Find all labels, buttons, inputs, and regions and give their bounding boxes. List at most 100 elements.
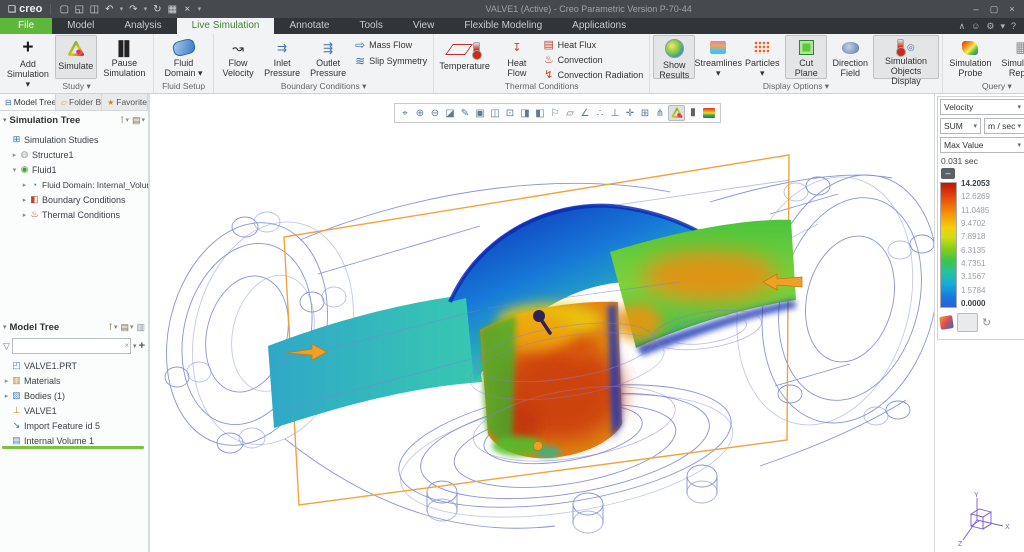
- tree-item-valve1-prt[interactable]: ◰ VALVE1.PRT: [2, 358, 148, 373]
- restore-button[interactable]: ▢: [986, 4, 1002, 15]
- display-style-icon[interactable]: ◨: [518, 108, 532, 119]
- refresh-results-icon[interactable]: ↻: [982, 316, 991, 329]
- help-icon[interactable]: ?: [1011, 21, 1016, 31]
- collapse-legend-button[interactable]: –: [941, 168, 955, 179]
- tab-flexible-modeling[interactable]: Flexible Modeling: [449, 18, 557, 34]
- inlet-pressure-button[interactable]: ⇉ Inlet Pressure: [261, 35, 303, 79]
- heat-flux-button[interactable]: ▤ Heat Flux: [543, 38, 644, 51]
- datum-planes-icon[interactable]: ▱: [563, 108, 577, 119]
- spin-center-icon[interactable]: ✛: [623, 108, 637, 119]
- group-label-boundary-conditions[interactable]: Boundary Conditions ▾: [216, 80, 431, 92]
- slip-symmetry-button[interactable]: ≋ Slip Symmetry: [354, 54, 427, 68]
- view-manager-icon[interactable]: ◫: [488, 108, 502, 119]
- tab-folder-browser[interactable]: ▱ Folder B: [56, 94, 102, 110]
- legend-display-button[interactable]: [957, 313, 978, 332]
- cut-plane-button[interactable]: Cut Plane: [785, 35, 827, 79]
- expand-arrow-icon[interactable]: ▸: [2, 392, 11, 400]
- tree-columns-icon[interactable]: ▤: [120, 322, 129, 333]
- section-icon[interactable]: ◧: [533, 108, 547, 119]
- graphics-area[interactable]: ⌖ ⊕ ⊖ ◪ ✎ ▣ ◫ ⊡ ◨ ◧ ⚐ ▱ ∠ ∴ ⊥ ✛ ⊞ ⋔: [150, 94, 934, 552]
- group-label-study[interactable]: Study ▾: [2, 80, 151, 92]
- simulation-probe-button[interactable]: Simulation Probe: [946, 35, 995, 79]
- units-select[interactable]: m / sec ▾: [984, 118, 1024, 134]
- redo-caret-icon[interactable]: ▾: [141, 5, 149, 13]
- gear-caret-icon[interactable]: ▾: [1000, 21, 1005, 32]
- minimize-ribbon-icon[interactable]: ∧: [959, 21, 966, 32]
- datum-csys-icon[interactable]: ⊥: [608, 108, 622, 119]
- user-icon[interactable]: ☺: [971, 21, 980, 31]
- tab-applications[interactable]: Applications: [557, 18, 641, 34]
- clear-filter-icon[interactable]: ×: [124, 339, 129, 352]
- simulate-button[interactable]: Simulate: [55, 35, 97, 79]
- appearance-icon[interactable]: ✎: [458, 108, 472, 119]
- tree-columns-icon[interactable]: ▤: [132, 115, 141, 126]
- expand-arrow-icon[interactable]: ▾: [10, 166, 19, 174]
- group-label-display-options[interactable]: Display Options ▾: [652, 80, 940, 92]
- capture-icon[interactable]: ⊡: [503, 108, 517, 119]
- simulation-report-button[interactable]: ▦ Simulation Report: [997, 35, 1024, 79]
- tree-item-simulation-studies[interactable]: ⊞ Simulation Studies: [2, 132, 148, 147]
- pause-toggle-icon[interactable]: Ⅱ: [686, 108, 700, 119]
- tab-tools[interactable]: Tools: [344, 18, 397, 34]
- model-tree-filter-input[interactable]: [13, 339, 130, 353]
- datum-axes-icon[interactable]: ∠: [578, 108, 592, 119]
- named-views-icon[interactable]: ▣: [473, 108, 487, 119]
- show-results-button[interactable]: Show Results: [653, 35, 695, 79]
- refit-icon[interactable]: ◪: [443, 108, 457, 119]
- expand-arrow-icon[interactable]: ▸: [20, 181, 29, 189]
- fluid-domain-button[interactable]: Fluid Domain ▾: [157, 35, 210, 79]
- regenerate-icon[interactable]: ↻: [150, 4, 164, 15]
- temperature-button[interactable]: Temperature: [437, 35, 492, 79]
- streamlines-button[interactable]: Streamlines ▾: [697, 35, 739, 79]
- tab-analysis[interactable]: Analysis: [109, 18, 176, 34]
- convection-button[interactable]: ♨ Convection: [543, 53, 644, 66]
- simulation-objects-display-button[interactable]: ◎ Simulation Objects Display: [873, 35, 939, 79]
- expand-arrow-icon[interactable]: ▸: [20, 211, 29, 219]
- caret-icon[interactable]: ▾: [114, 323, 118, 331]
- component-select[interactable]: SUM ▾: [940, 118, 981, 134]
- add-simulation-button[interactable]: + Add Simulation ▾: [3, 35, 53, 79]
- new-file-icon[interactable]: ▢: [57, 4, 71, 15]
- pause-simulation-button[interactable]: ▐▌ Pause Simulation: [99, 35, 150, 79]
- close-button[interactable]: ×: [1004, 4, 1020, 15]
- tree-item-bodies[interactable]: ▸ ▧ Bodies (1): [2, 388, 148, 403]
- flow-velocity-button[interactable]: ↝ Flow Velocity: [217, 35, 259, 79]
- undo-caret-icon[interactable]: ▾: [117, 5, 125, 13]
- tree-item-structure1[interactable]: ▸ ◍ Structure1: [2, 147, 148, 162]
- zoom-out-icon[interactable]: ⊖: [428, 108, 442, 119]
- results-legend-icon[interactable]: [703, 108, 715, 118]
- mass-flow-button[interactable]: ⇨ Mass Flow: [354, 38, 427, 52]
- tree-filter-icon[interactable]: ⊺: [108, 322, 113, 333]
- tree-item-boundary-conditions[interactable]: ▸ ◧ Boundary Conditions: [2, 192, 148, 207]
- minimize-button[interactable]: –: [968, 4, 984, 15]
- triad-toggle-icon[interactable]: ⋔: [653, 108, 667, 119]
- outlet-pressure-button[interactable]: ⇶ Outlet Pressure: [305, 35, 351, 79]
- display-tree-icon[interactable]: ⊞: [638, 108, 652, 119]
- windows-icon[interactable]: ▦: [165, 4, 179, 15]
- tab-model[interactable]: Model: [52, 18, 109, 34]
- expand-arrow-icon[interactable]: ▸: [10, 151, 19, 159]
- zoom-fit-icon[interactable]: ⌖: [398, 108, 412, 119]
- tree-item-materials[interactable]: ▸ ▥ Materials: [2, 373, 148, 388]
- tab-view[interactable]: View: [398, 18, 450, 34]
- tree-filter-icon[interactable]: ⊺: [120, 115, 125, 126]
- tree-item-fluid1[interactable]: ▾ ◉ Fluid1: [2, 162, 148, 177]
- zoom-in-icon[interactable]: ⊕: [413, 108, 427, 119]
- tab-model-tree[interactable]: ⊟ Model Tree: [0, 94, 56, 110]
- group-label-query[interactable]: Query ▾: [945, 80, 1024, 92]
- undo-icon[interactable]: ↶: [102, 4, 116, 15]
- simulate-toggle-icon[interactable]: [668, 105, 685, 121]
- datum-points-icon[interactable]: ∴: [593, 108, 607, 119]
- caret-icon[interactable]: ▾: [125, 116, 129, 124]
- close-window-icon[interactable]: ×: [180, 4, 194, 15]
- customize-caret-icon[interactable]: ▾: [195, 5, 203, 13]
- tree-item-thermal-conditions[interactable]: ▸ ♨ Thermal Conditions: [2, 207, 148, 222]
- open-file-icon[interactable]: ◱: [72, 4, 86, 15]
- tree-settings-icon[interactable]: ▥: [136, 322, 145, 333]
- annotations-icon[interactable]: ⚐: [548, 108, 562, 119]
- direction-field-button[interactable]: Direction Field: [829, 35, 871, 79]
- collapse-caret-icon[interactable]: ▾: [3, 323, 7, 331]
- tree-item-valve1-csys[interactable]: ⊥ VALVE1: [2, 403, 148, 418]
- collapse-caret-icon[interactable]: ▾: [3, 116, 7, 124]
- tab-file[interactable]: File: [0, 18, 52, 34]
